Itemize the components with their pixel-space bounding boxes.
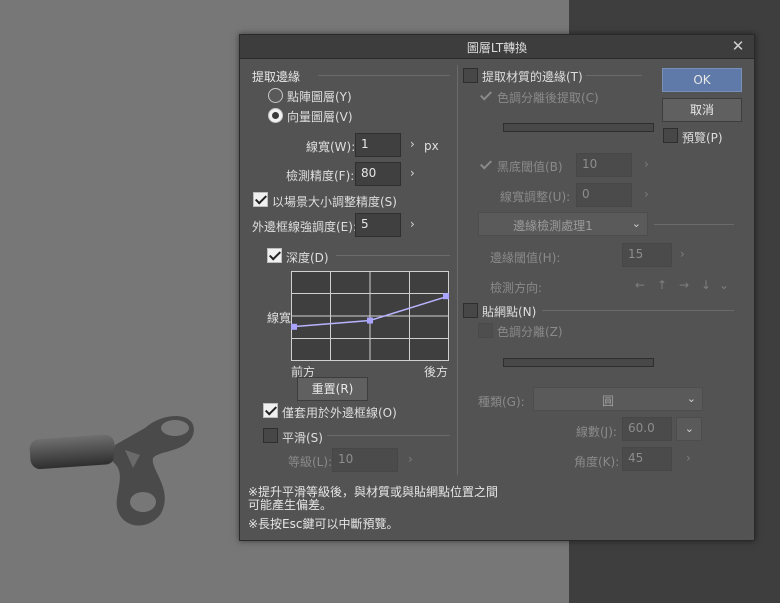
extract-edge-section-label: 提取邊緣 [252, 70, 301, 84]
edge-threshold-label: 邊緣閾值(H): [490, 251, 561, 265]
line-width-label: 線寬(W): [306, 140, 356, 154]
depth-curve-handle[interactable] [443, 293, 449, 300]
raster-layer-label: 點陣圖層(Y) [287, 90, 352, 104]
chevron-down-icon: ⌄ [686, 392, 696, 405]
divider [654, 224, 734, 225]
edge-threshold-arrow-icon[interactable]: › [680, 247, 685, 261]
preview-checkbox[interactable] [663, 128, 678, 143]
edge-process-dropdown[interactable]: 邊緣檢測處理1 ⌄ [478, 212, 648, 236]
lines-label: 線數(J): [576, 425, 617, 439]
chevron-down-icon: ⌄ [684, 422, 694, 435]
arrow-up-icon[interactable]: ↑ [652, 275, 672, 295]
note-esc: ※長按Esc鍵可以中斷預覽。 [248, 517, 399, 531]
edge-process-value: 邊緣檢測處理1 [513, 219, 593, 233]
extract-texture-label: 提取材質的邊緣(T) [482, 70, 583, 84]
graph-back-label: 後方 [424, 365, 449, 379]
black-threshold-checkbox[interactable] [478, 157, 493, 172]
detect-precision-label: 檢測精度(F): [286, 169, 355, 183]
vector-layer-label: 向量圖層(V) [287, 110, 353, 124]
tone-level-bar[interactable] [503, 123, 654, 132]
arrow-down-icon[interactable]: ↓ [696, 275, 716, 295]
angle-arrow-icon[interactable]: › [686, 451, 691, 465]
black-threshold-label: 黑底閾值(B) [497, 160, 563, 174]
level-label: 等級(L): [288, 455, 333, 469]
tone-sep-checkbox[interactable] [478, 323, 493, 338]
line-adjust-input[interactable]: 0 [576, 183, 632, 207]
layer-lt-conversion-dialog: 圖層LT轉換 ✕ 提取邊緣 點陣圖層(Y) 向量圖層(V) 線寬(W): 1 ›… [239, 34, 755, 541]
line-adjust-label: 線寬調整(U): [500, 190, 571, 204]
tone-sep-label: 色調分離(Z) [497, 325, 563, 339]
type-value: 圓 [601, 394, 614, 408]
smooth-label: 平滑(S) [282, 431, 323, 445]
outer-line-input[interactable]: 5 [355, 213, 401, 237]
depth-curve-graph[interactable] [291, 271, 449, 361]
line-width-unit: px [424, 139, 439, 153]
close-icon[interactable]: ✕ [730, 38, 746, 54]
arrow-left-icon[interactable]: ← [630, 275, 650, 295]
extract-texture-checkbox[interactable] [463, 68, 478, 83]
dialog-titlebar[interactable]: 圖層LT轉換 ✕ [240, 35, 754, 59]
angle-label: 角度(K): [574, 455, 620, 469]
angle-input[interactable]: 45 [622, 447, 672, 471]
black-threshold-input[interactable]: 10 [576, 153, 632, 177]
detect-precision-arrow-icon[interactable]: › [410, 166, 415, 180]
smooth-checkbox[interactable] [263, 428, 278, 443]
key-artwork [29, 415, 194, 526]
apply-outer-only-checkbox[interactable] [263, 403, 278, 418]
ok-button[interactable]: OK [662, 68, 742, 92]
depth-curve-handle[interactable] [291, 323, 297, 330]
halftone-checkbox[interactable] [463, 303, 478, 318]
level-input[interactable]: 10 [332, 448, 398, 472]
outer-line-arrow-icon[interactable]: › [410, 217, 415, 231]
edge-threshold-input[interactable]: 15 [622, 243, 672, 267]
type-label: 種類(G): [478, 395, 525, 409]
depth-checkbox[interactable] [267, 248, 282, 263]
divider [542, 310, 734, 311]
arrow-right-icon[interactable]: → [674, 275, 694, 295]
note-smooth-line2: 可能產生偏差。 [248, 498, 333, 512]
divider [318, 75, 450, 76]
chevron-down-icon: ⌄ [631, 217, 641, 230]
cancel-button[interactable]: 取消 [662, 98, 742, 122]
lines-input[interactable]: 60.0 [622, 417, 672, 441]
extract-after-tone-checkbox[interactable] [478, 88, 493, 103]
detect-precision-input[interactable]: 80 [355, 162, 401, 186]
direction-dropdown-chevron-icon[interactable]: ⌄ [714, 275, 734, 295]
line-width-arrow-icon[interactable]: › [410, 137, 415, 151]
depth-curve-handle[interactable] [367, 317, 373, 324]
vector-layer-radio[interactable] [268, 108, 283, 123]
line-width-input[interactable]: 1 [355, 133, 401, 157]
outer-line-label: 外邊框線強調度(E): [252, 220, 357, 234]
divider [586, 75, 642, 76]
divider [327, 435, 450, 436]
column-divider [457, 65, 458, 475]
extract-after-tone-label: 色調分離後提取(C) [497, 91, 599, 105]
level-arrow-icon[interactable]: › [408, 452, 413, 466]
graph-ylabel: 線寬 [267, 311, 292, 325]
adjust-by-size-checkbox[interactable] [253, 192, 268, 207]
tone-sep-bar[interactable] [503, 358, 654, 367]
depth-label: 深度(D) [286, 251, 329, 265]
line-adjust-arrow-icon[interactable]: › [644, 187, 649, 201]
dialog-title: 圖層LT轉換 [466, 41, 528, 55]
black-threshold-arrow-icon[interactable]: › [644, 157, 649, 171]
raster-layer-radio[interactable] [268, 88, 283, 103]
apply-outer-only-label: 僅套用於外邊框線(O) [282, 406, 397, 420]
halftone-label: 貼網點(N) [482, 305, 537, 319]
type-dropdown[interactable]: 圓 ⌄ [533, 387, 703, 411]
adjust-by-size-label: 以場景大小調整精度(S) [272, 195, 397, 209]
preview-label: 預覽(P) [682, 131, 723, 145]
detect-direction-label: 檢測方向: [490, 281, 543, 295]
lines-dropdown[interactable]: ⌄ [676, 417, 702, 441]
divider [336, 255, 450, 256]
reset-button[interactable]: 重置(R) [297, 377, 368, 401]
